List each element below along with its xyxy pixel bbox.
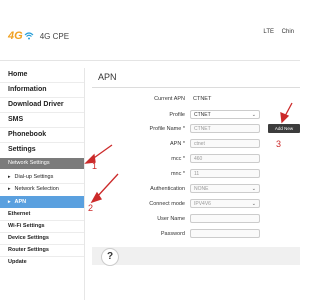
annotation-number-3: 3 xyxy=(276,139,282,149)
annotation-number-1: 1 xyxy=(92,161,98,171)
annotation-arrow-2 xyxy=(95,173,119,199)
annotation-arrows xyxy=(84,102,293,204)
annotation-number-2: 2 xyxy=(88,203,94,213)
annotation-arrowhead-3 xyxy=(280,111,290,124)
